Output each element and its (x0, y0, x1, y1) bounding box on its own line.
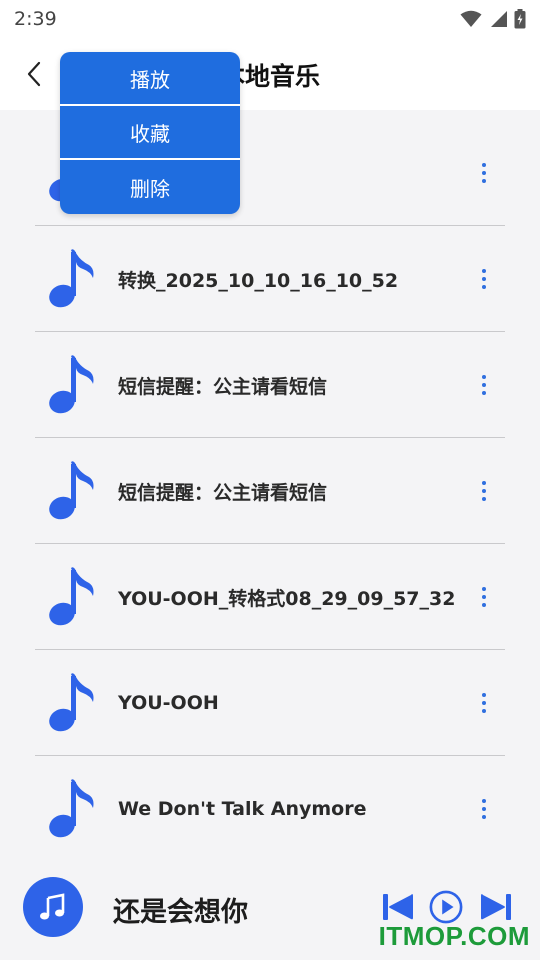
more-options-button[interactable] (473, 478, 495, 504)
dot (482, 383, 486, 387)
signal-icon (491, 11, 507, 27)
more-options-button[interactable] (473, 796, 495, 822)
music-note-icon (49, 355, 94, 414)
previous-button[interactable] (381, 889, 415, 925)
dot (482, 375, 486, 379)
status-time: 2:39 (14, 8, 57, 30)
dot (482, 807, 486, 811)
dot (482, 587, 486, 591)
dot (482, 815, 486, 819)
skip-next-icon (481, 894, 511, 920)
song-title: 短信提醒：公主请看短信 (118, 481, 328, 504)
more-options-button[interactable] (473, 160, 495, 186)
wifi-icon (460, 10, 482, 27)
song-list: 转换_2025_10_10_16_10_52 短信提醒：公主请看短信 短信提醒：公主… (35, 120, 505, 862)
menu-item-favorite[interactable]: 收藏 (60, 106, 240, 160)
song-title: YOU-OOH_转格式08_29_09_57_32 (118, 587, 456, 610)
song-item[interactable]: 转换_2025_10_10_16_10_52 (35, 226, 505, 332)
song-title: YOU-OOH (118, 692, 219, 714)
song-icon (47, 672, 101, 734)
now-playing-title[interactable]: 还是会想你 (113, 890, 248, 929)
watermark: ITMOP.COM (378, 921, 530, 951)
song-item[interactable]: We Don't Talk Anymore (35, 756, 505, 862)
song-item[interactable]: YOU-OOH_转格式08_29_09_57_32 (35, 544, 505, 650)
status-icons (460, 9, 526, 29)
dot (482, 709, 486, 713)
dot (482, 391, 486, 395)
dot (482, 285, 486, 289)
dot (482, 489, 486, 493)
song-title: 短信提醒：公主请看短信 (118, 375, 328, 398)
song-icon (47, 460, 101, 522)
song-item[interactable]: YOU-OOH (35, 650, 505, 756)
play-icon (429, 890, 463, 924)
more-options-button[interactable] (473, 372, 495, 398)
dot (482, 179, 486, 183)
dot (482, 595, 486, 599)
menu-item-delete[interactable]: 删除 (60, 160, 240, 214)
song-title: We Don't Talk Anymore (118, 798, 367, 820)
dot (482, 603, 486, 607)
music-note-icon (49, 779, 94, 838)
dot (482, 701, 486, 705)
dot (482, 799, 486, 803)
dot (482, 171, 486, 175)
music-note-icon (49, 461, 94, 520)
music-note-icon (49, 673, 94, 732)
more-options-button[interactable] (473, 266, 495, 292)
more-options-button[interactable] (473, 584, 495, 610)
song-title: 转换_2025_10_10_16_10_52 (118, 269, 399, 292)
dot (482, 481, 486, 485)
music-note-icon (49, 249, 94, 308)
context-menu: 播放 收藏 删除 (60, 52, 240, 214)
battery-charging-icon (514, 9, 526, 29)
skip-previous-icon (383, 894, 413, 920)
music-note-icon (49, 567, 94, 626)
music-notes-icon (40, 893, 65, 920)
dot (482, 693, 486, 697)
dot (482, 277, 486, 281)
song-icon (47, 778, 101, 840)
song-item[interactable]: 短信提醒：公主请看短信 (35, 438, 505, 544)
song-icon (47, 248, 101, 310)
play-button[interactable] (429, 889, 463, 925)
dot (482, 163, 486, 167)
status-bar: 2:39 (0, 0, 540, 38)
player-controls (381, 889, 515, 925)
menu-item-play[interactable]: 播放 (60, 52, 240, 106)
song-item[interactable]: 短信提醒：公主请看短信 (35, 332, 505, 438)
player-cover[interactable] (23, 877, 83, 937)
song-icon (47, 354, 101, 416)
next-button[interactable] (479, 889, 513, 925)
dot (482, 497, 486, 501)
song-icon (47, 566, 101, 628)
more-options-button[interactable] (473, 690, 495, 716)
dot (482, 269, 486, 273)
